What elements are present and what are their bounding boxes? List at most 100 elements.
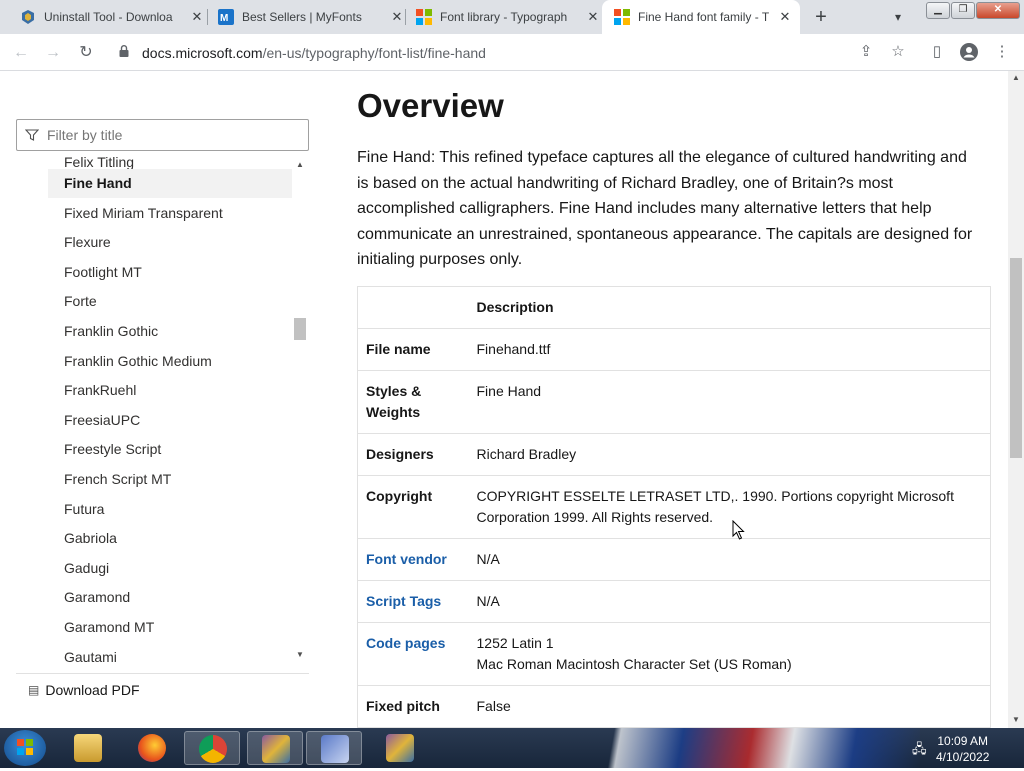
desktop-wallpaper-strip bbox=[580, 728, 920, 768]
row-value-text: 1252 Latin 1 bbox=[476, 635, 554, 651]
toc-item[interactable]: Garamond bbox=[64, 583, 130, 612]
taskbar-firefox[interactable] bbox=[124, 731, 180, 765]
toc-item[interactable]: French Script MT bbox=[64, 465, 171, 494]
tab-title: Best Sellers | MyFonts bbox=[242, 10, 362, 24]
scrollbar-thumb[interactable] bbox=[294, 318, 306, 340]
table-row: File name Finehand.ttf bbox=[357, 328, 991, 371]
scroll-down-arrow-icon[interactable]: ▼ bbox=[1011, 715, 1021, 724]
tab-fine-hand[interactable]: Fine Hand font family - T ✕ bbox=[602, 0, 800, 34]
page-scrollbar[interactable]: ▲ ▼ bbox=[1008, 71, 1024, 728]
profile-avatar-icon[interactable] bbox=[960, 43, 978, 61]
row-key[interactable]: Script Tags bbox=[357, 580, 469, 623]
row-value-text: False bbox=[476, 698, 511, 714]
row-key: Copyright bbox=[357, 475, 469, 539]
table-row: Font vendor N/A bbox=[357, 538, 991, 581]
tab-title: Font library - Typograph bbox=[440, 10, 568, 24]
toc-item[interactable]: Futura bbox=[64, 495, 104, 524]
toc-item[interactable]: Footlight MT bbox=[64, 258, 142, 287]
taskbar-chrome[interactable] bbox=[184, 731, 240, 765]
row-value-text: Richard Bradley bbox=[476, 446, 577, 462]
row-key: File name bbox=[357, 328, 469, 371]
download-pdf-link[interactable]: ▤ Download PDF bbox=[16, 673, 309, 705]
tab-title: Uninstall Tool - Downloa bbox=[44, 10, 173, 24]
table-row: Script Tags N/A bbox=[357, 580, 991, 623]
archive-icon bbox=[262, 735, 290, 763]
row-value: Fine Hand bbox=[468, 370, 991, 434]
scroll-down-arrow-icon[interactable]: ▼ bbox=[295, 650, 305, 659]
table-row: Styles & Weights Fine Hand bbox=[357, 370, 991, 434]
network-icon[interactable]: 🖧 bbox=[912, 740, 928, 756]
system-clock[interactable]: 10:09 AM 4/10/2022 bbox=[936, 733, 989, 765]
clock-time: 10:09 AM bbox=[937, 734, 989, 748]
maximize-button[interactable]: ❐ bbox=[951, 2, 975, 19]
taskbar-archiver[interactable] bbox=[247, 731, 303, 765]
row-value-text: COPYRIGHT ESSELTE LETRASET LTD,. 1990. P… bbox=[476, 488, 954, 525]
row-key[interactable]: Code pages bbox=[357, 622, 469, 686]
toc-item[interactable]: FrankRuehl bbox=[64, 376, 136, 405]
kebab-menu-icon[interactable]: ⋮ bbox=[992, 42, 1012, 62]
mouse-pointer-icon bbox=[732, 520, 745, 540]
url-path: /en-us/typography/font-list/fine-hand bbox=[262, 45, 486, 61]
scrollbar-thumb[interactable] bbox=[1010, 258, 1022, 458]
close-icon[interactable]: ✕ bbox=[776, 9, 794, 25]
row-value: N/A bbox=[468, 580, 991, 623]
row-value: COPYRIGHT ESSELTE LETRASET LTD,. 1990. P… bbox=[468, 475, 991, 539]
taskbar-archiver-2[interactable] bbox=[372, 731, 428, 765]
scroll-up-arrow-icon[interactable]: ▲ bbox=[1011, 73, 1021, 82]
microsoft-favicon bbox=[614, 9, 630, 25]
toc-scrollbar[interactable]: ▲ ▼ bbox=[293, 156, 307, 664]
filter-box[interactable] bbox=[16, 119, 309, 151]
toc-item[interactable]: Franklin Gothic Medium bbox=[64, 347, 212, 376]
toc-item[interactable]: FreesiaUPC bbox=[64, 406, 140, 435]
page-title: Overview bbox=[357, 87, 504, 124]
windows-logo-icon bbox=[17, 739, 33, 755]
toc-item[interactable]: Franklin Gothic bbox=[64, 317, 158, 346]
back-arrow-icon[interactable]: ← bbox=[9, 41, 33, 65]
toc-item[interactable]: Flexure bbox=[64, 228, 111, 257]
chevron-down-icon[interactable]: ▾ bbox=[888, 7, 908, 27]
address-bar[interactable]: docs.microsoft.com/en-us/typography/font… bbox=[142, 45, 486, 61]
filter-icon bbox=[25, 129, 39, 141]
star-icon[interactable]: ☆ bbox=[888, 42, 908, 62]
firefox-icon bbox=[138, 734, 166, 762]
close-icon[interactable]: ✕ bbox=[188, 9, 206, 25]
url-host: docs.microsoft.com bbox=[142, 45, 263, 61]
filter-input[interactable] bbox=[47, 127, 287, 143]
scroll-up-arrow-icon[interactable]: ▲ bbox=[295, 160, 305, 169]
start-button[interactable] bbox=[4, 730, 46, 766]
toc-item[interactable]: Gautami bbox=[64, 643, 117, 664]
browser-toolbar: ← → ↻ docs.microsoft.com/en-us/typograph… bbox=[0, 34, 1024, 71]
folder-icon bbox=[74, 734, 102, 762]
uninstall-tool-favicon bbox=[22, 10, 34, 24]
close-icon[interactable]: ✕ bbox=[584, 9, 602, 25]
taskbar-explorer[interactable] bbox=[60, 731, 116, 765]
forward-arrow-icon[interactable]: → bbox=[41, 41, 65, 65]
row-key: Styles & Weights bbox=[357, 370, 469, 434]
reload-icon[interactable]: ↻ bbox=[74, 41, 98, 65]
minimize-button[interactable]: ▁ bbox=[926, 2, 950, 19]
tab-myfonts[interactable]: M Best Sellers | MyFonts ✕ bbox=[210, 0, 406, 34]
chrome-icon bbox=[199, 735, 227, 763]
tab-uninstall-tool[interactable]: Uninstall Tool - Downloa ✕ bbox=[8, 0, 206, 34]
font-tool-icon bbox=[321, 735, 349, 763]
close-icon[interactable]: ✕ bbox=[388, 9, 406, 25]
toc-sidebar: Felix TitlingFine HandFixed Miriam Trans… bbox=[0, 71, 330, 728]
taskbar-font-tool[interactable] bbox=[306, 731, 362, 765]
tab-separator bbox=[405, 9, 406, 25]
side-panel-icon[interactable]: ▯ bbox=[927, 42, 947, 62]
toc-item[interactable]: Forte bbox=[64, 287, 97, 316]
toc-item[interactable]: Garamond MT bbox=[64, 613, 154, 642]
share-icon[interactable]: ⇪ bbox=[856, 42, 876, 62]
toc-item[interactable]: Gabriola bbox=[64, 524, 117, 553]
new-tab-button[interactable]: + bbox=[808, 5, 834, 29]
toc-item[interactable]: Gadugi bbox=[64, 554, 109, 583]
toc-item[interactable]: Freestyle Script bbox=[64, 435, 161, 464]
toc-item[interactable]: Fixed Miriam Transparent bbox=[64, 199, 223, 228]
tab-font-library[interactable]: Font library - Typograph ✕ bbox=[408, 0, 602, 34]
lock-icon[interactable] bbox=[119, 45, 129, 57]
toc-item[interactable]: Fine Hand bbox=[48, 169, 292, 198]
row-key[interactable]: Font vendor bbox=[357, 538, 469, 581]
tab-separator bbox=[207, 9, 208, 25]
table-row: Copyright COPYRIGHT ESSELTE LETRASET LTD,… bbox=[357, 475, 991, 539]
close-window-button[interactable]: ✕ bbox=[976, 2, 1020, 19]
